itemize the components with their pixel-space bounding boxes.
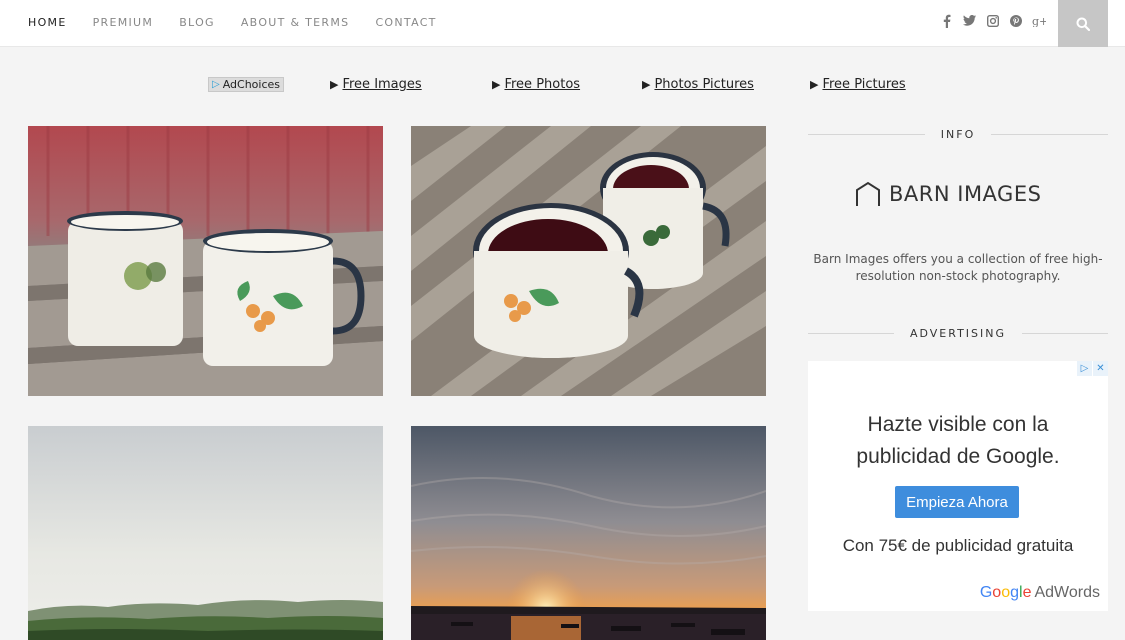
google-wordmark: Google xyxy=(979,584,1032,601)
advertising-heading: ADVERTISING xyxy=(808,326,1108,340)
google-ad-box[interactable]: ▷ ✕ Hazte visible con la publicidad de G… xyxy=(808,361,1108,611)
search-button[interactable] xyxy=(1058,0,1108,47)
search-icon xyxy=(1076,17,1090,31)
barn-images-logo[interactable]: BARN IMAGES xyxy=(855,177,1041,211)
svg-text:g+: g+ xyxy=(1032,15,1046,27)
ad-link-free-images[interactable]: ▶ Free Images xyxy=(330,77,422,92)
ad-cta-button[interactable]: Empieza Ahora xyxy=(895,486,1019,518)
nav-home[interactable]: HOME xyxy=(28,16,67,29)
main-nav: HOME PREMIUM BLOG ABOUT & TERMS CONTACT xyxy=(28,0,463,45)
ad-link-label: Free Photos xyxy=(504,77,581,92)
nav-blog[interactable]: BLOG xyxy=(179,16,215,29)
pinterest-icon[interactable] xyxy=(1004,14,1027,31)
nav-contact[interactable]: CONTACT xyxy=(375,16,436,29)
info-heading-text: INFO xyxy=(940,127,976,141)
site-description: Barn Images offers you a collection of f… xyxy=(813,252,1103,283)
info-heading: INFO xyxy=(808,127,1108,141)
barn-icon xyxy=(856,181,880,206)
instagram-icon[interactable] xyxy=(981,14,1004,31)
close-icon[interactable]: ✕ xyxy=(1093,361,1108,376)
photo-card-1[interactable] xyxy=(28,126,383,396)
ad-subtext: Con 75€ de publicidad gratuita xyxy=(842,536,1074,555)
logo-text: BARN IMAGES xyxy=(889,182,1042,206)
google-adwords-logo: Google AdWords xyxy=(980,584,1100,602)
ad-headline-1: Hazte visible con la xyxy=(867,413,1049,436)
ad-link-photos-pictures[interactable]: ▶ Photos Pictures xyxy=(642,77,754,92)
ad-link-free-photos[interactable]: ▶ Free Photos xyxy=(492,77,580,92)
nav-premium[interactable]: PREMIUM xyxy=(93,16,154,29)
social-links: g+ xyxy=(935,0,1050,45)
divider xyxy=(808,133,925,135)
photo-card-3[interactable] xyxy=(28,426,383,640)
photo-card-2[interactable] xyxy=(411,126,766,396)
nav-about-terms[interactable]: ABOUT & TERMS xyxy=(241,16,350,29)
ad-headline-2: publicidad de Google. xyxy=(856,445,1060,468)
photo-card-4[interactable] xyxy=(411,426,766,640)
ad-link-label: Free Images xyxy=(342,77,422,92)
divider xyxy=(991,133,1108,135)
twitter-icon[interactable] xyxy=(958,15,981,30)
advertising-heading-text: ADVERTISING xyxy=(909,326,1007,340)
divider xyxy=(808,332,894,334)
adwords-wordmark: AdWords xyxy=(1034,584,1100,601)
facebook-icon[interactable] xyxy=(935,14,958,32)
ad-link-label: Photos Pictures xyxy=(654,77,754,92)
divider xyxy=(1022,332,1108,334)
google-plus-icon[interactable]: g+ xyxy=(1027,15,1050,31)
ad-corner-controls: ▷ ✕ xyxy=(1076,361,1108,376)
ad-link-free-pictures[interactable]: ▶ Free Pictures xyxy=(810,77,906,92)
ad-links-row: ▷ AdChoices ▶ Free Images ▶ Free Photos ▶ P… xyxy=(0,74,1125,96)
adchoices-icon[interactable]: ▷ xyxy=(1077,361,1092,376)
adchoices-badge[interactable]: ▷ AdChoices xyxy=(208,77,284,92)
top-navbar: HOME PREMIUM BLOG ABOUT & TERMS CONTACT … xyxy=(0,0,1125,47)
ad-link-label: Free Pictures xyxy=(822,77,906,92)
adchoices-label: AdChoices xyxy=(222,78,281,91)
adchoices-icon: ▷ xyxy=(212,79,220,90)
